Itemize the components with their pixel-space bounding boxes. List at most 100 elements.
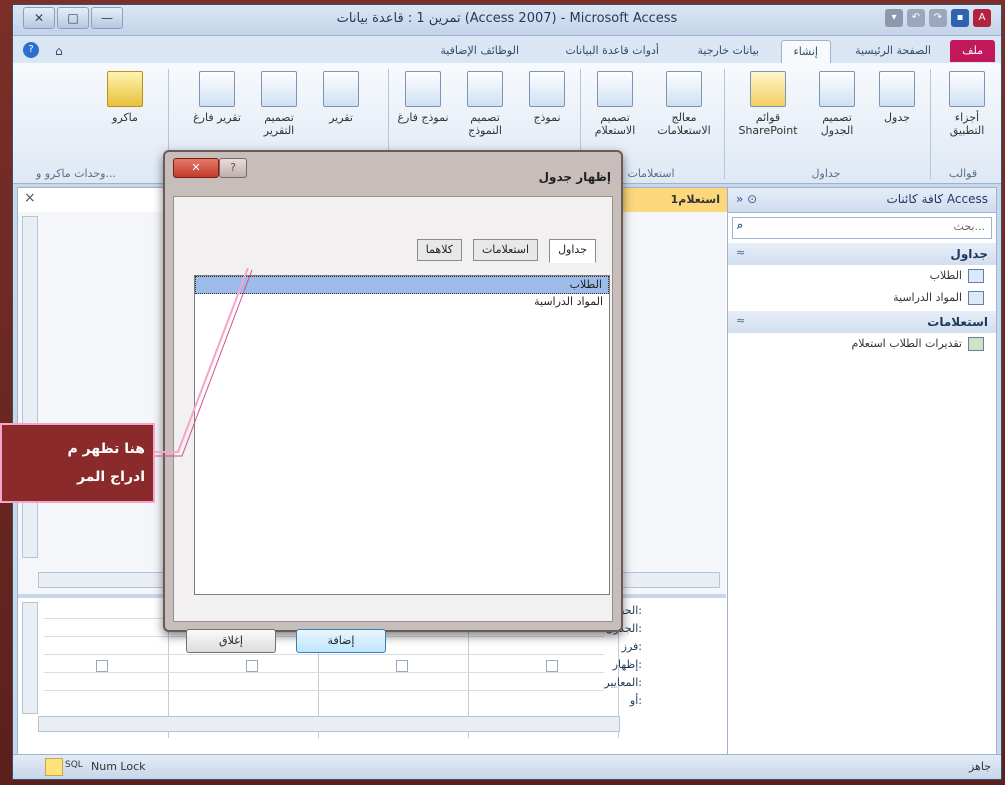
- show-checkbox[interactable]: [246, 660, 258, 672]
- quick-access-toolbar: ▾ ↶ ↷ ▪ A: [885, 9, 991, 27]
- nav-collapse-icon[interactable]: » ⊙: [736, 192, 757, 206]
- status-bar: SQL Num Lock جاهز: [13, 754, 1001, 779]
- table-list: الطلاب المواد الدراسية: [194, 275, 610, 595]
- vertical-scrollbar[interactable]: [22, 216, 38, 558]
- nav-item-subjects-table[interactable]: المواد الدراسية: [728, 287, 996, 309]
- search-icon[interactable]: ⌕: [737, 219, 743, 233]
- list-item-subjects[interactable]: المواد الدراسية: [195, 294, 609, 310]
- query-design-icon: [597, 71, 633, 107]
- tab-add-ins[interactable]: الوظائف الإضافية: [428, 40, 531, 62]
- table-design-button[interactable]: تصميم الجدول: [807, 71, 867, 161]
- section-collapse-icon[interactable]: ≈: [736, 314, 745, 327]
- save-icon[interactable]: ▪: [951, 9, 969, 27]
- grid-row-line: [44, 690, 604, 691]
- sharepoint-lists-icon: [750, 71, 786, 107]
- table-icon: [968, 291, 984, 305]
- report-design-icon: [261, 71, 297, 107]
- annotation-line-1: هنا تظهر م: [67, 441, 145, 457]
- form-icon: [529, 71, 565, 107]
- tab-both[interactable]: كلاهما: [416, 239, 462, 261]
- report-button[interactable]: تقرير: [311, 71, 371, 161]
- status-ready: جاهز: [968, 760, 991, 773]
- navigation-pane: » ⊙ كافة كائنات Access ⌕ بحث... ≈ جداول …: [727, 187, 997, 757]
- macro-button[interactable]: ماكرو: [95, 71, 155, 161]
- grid-label-criteria: المعايير:: [604, 676, 642, 689]
- query-tab[interactable]: استعلام1: [618, 188, 728, 212]
- close-button[interactable]: إغلاق: [186, 629, 276, 653]
- nav-search-placeholder: بحث...: [953, 220, 985, 233]
- annotation-line-2: ادراج المر: [77, 469, 145, 485]
- app-parts-button[interactable]: أجزاء التطبيق: [937, 71, 997, 161]
- undo-icon[interactable]: ↶: [907, 9, 925, 27]
- title-bar: ✕ □ — تمرين 1 : قاعدة بيانات (Access 200…: [13, 5, 1001, 36]
- query-wizard-icon: [666, 71, 702, 107]
- tab-database-tools[interactable]: أدوات قاعدة البيانات: [553, 40, 671, 62]
- nav-search-input[interactable]: ⌕ بحث...: [732, 217, 992, 239]
- tab-file[interactable]: ملف: [950, 40, 995, 62]
- tab-tables[interactable]: جداول: [549, 239, 596, 263]
- group-separator: [930, 69, 931, 179]
- annotation-callout: هنا تظهر م ادراج المر: [0, 423, 155, 503]
- tab-external-data[interactable]: بيانات خارجية: [686, 40, 771, 62]
- grid-horizontal-scrollbar[interactable]: [38, 716, 620, 732]
- form-design-button[interactable]: تصميم النموذج: [455, 71, 515, 161]
- help-icon[interactable]: ?: [23, 42, 39, 58]
- access-logo-icon: A: [973, 9, 991, 27]
- redo-icon[interactable]: ↷: [929, 9, 947, 27]
- app-parts-icon: [949, 71, 985, 107]
- nav-section-queries[interactable]: ≈ استعلامات: [728, 311, 996, 333]
- macro-icon: [107, 71, 143, 107]
- form-design-icon: [467, 71, 503, 107]
- tab-queries[interactable]: استعلامات: [472, 239, 538, 261]
- design-view-icon[interactable]: [45, 758, 63, 776]
- section-collapse-icon[interactable]: ≈: [736, 246, 745, 259]
- show-checkbox[interactable]: [96, 660, 108, 672]
- group-label-tables: جداول: [811, 167, 841, 180]
- query-wizard-button[interactable]: معالج الاستعلامات: [649, 71, 719, 161]
- ribbon-collapse-icon[interactable]: ⌂: [43, 40, 75, 62]
- nav-item-students-table[interactable]: الطلاب: [728, 265, 996, 287]
- blank-report-button[interactable]: تقرير فارغ: [187, 71, 247, 161]
- nav-title: كافة كائنات Access: [886, 192, 988, 206]
- group-label-macros: وحدات ماكرو و...: [36, 167, 116, 180]
- tab-create[interactable]: إنشاء: [780, 40, 831, 63]
- grid-row-line: [44, 654, 604, 655]
- show-checkbox[interactable]: [396, 660, 408, 672]
- grid-label-show: إظهار:: [612, 658, 642, 671]
- show-checkbox[interactable]: [546, 660, 558, 672]
- grid-row-line: [44, 672, 604, 673]
- table-design-icon: [819, 71, 855, 107]
- table-button[interactable]: جدول: [867, 71, 927, 161]
- query-design-button[interactable]: تصميم الاستعلام: [585, 71, 645, 161]
- blank-report-icon: [199, 71, 235, 107]
- nav-item-grades-query[interactable]: تقديرات الطلاب استعلام: [728, 333, 996, 355]
- report-icon: [323, 71, 359, 107]
- dialog-close-button[interactable]: ✕: [173, 158, 219, 178]
- dialog-title: إظهار جدول: [538, 170, 611, 184]
- blank-form-button[interactable]: نموذج فارغ: [393, 71, 453, 161]
- sharepoint-lists-button[interactable]: قوائم SharePoint: [731, 71, 805, 161]
- show-table-dialog: ✕ ? إظهار جدول جداول استعلامات كلاهما ال…: [163, 150, 623, 653]
- close-document-icon[interactable]: ×: [24, 190, 36, 206]
- group-label-templates: قوالب: [948, 167, 978, 180]
- sql-view-label[interactable]: SQL: [65, 760, 83, 770]
- report-design-button[interactable]: تصميم التقرير: [249, 71, 309, 161]
- dialog-help-button[interactable]: ?: [219, 158, 247, 178]
- blank-form-icon: [405, 71, 441, 107]
- add-button[interactable]: إضافة: [296, 629, 386, 653]
- nav-section-tables[interactable]: ≈ جداول: [728, 243, 996, 265]
- window-title: تمرين 1 : قاعدة بيانات (Access 2007) - M…: [336, 11, 678, 26]
- group-separator: [724, 69, 725, 179]
- ribbon-tabs: ? ⌂ ملف الصفحة الرئيسية إنشاء بيانات خار…: [13, 36, 1001, 64]
- customize-qat-icon[interactable]: ▾: [885, 9, 903, 27]
- dialog-body: جداول استعلامات كلاهما الطلاب المواد الد…: [173, 196, 613, 653]
- tab-home[interactable]: الصفحة الرئيسية: [843, 40, 943, 62]
- grid-label-or: أو:: [629, 694, 642, 707]
- num-lock-indicator: Num Lock: [91, 760, 146, 773]
- table-icon: [968, 269, 984, 283]
- nav-header[interactable]: » ⊙ كافة كائنات Access: [728, 188, 996, 213]
- table-icon: [879, 71, 915, 107]
- form-button[interactable]: نموذج: [517, 71, 577, 161]
- list-item-students[interactable]: الطلاب: [195, 276, 609, 294]
- grid-vertical-scrollbar[interactable]: [22, 602, 38, 714]
